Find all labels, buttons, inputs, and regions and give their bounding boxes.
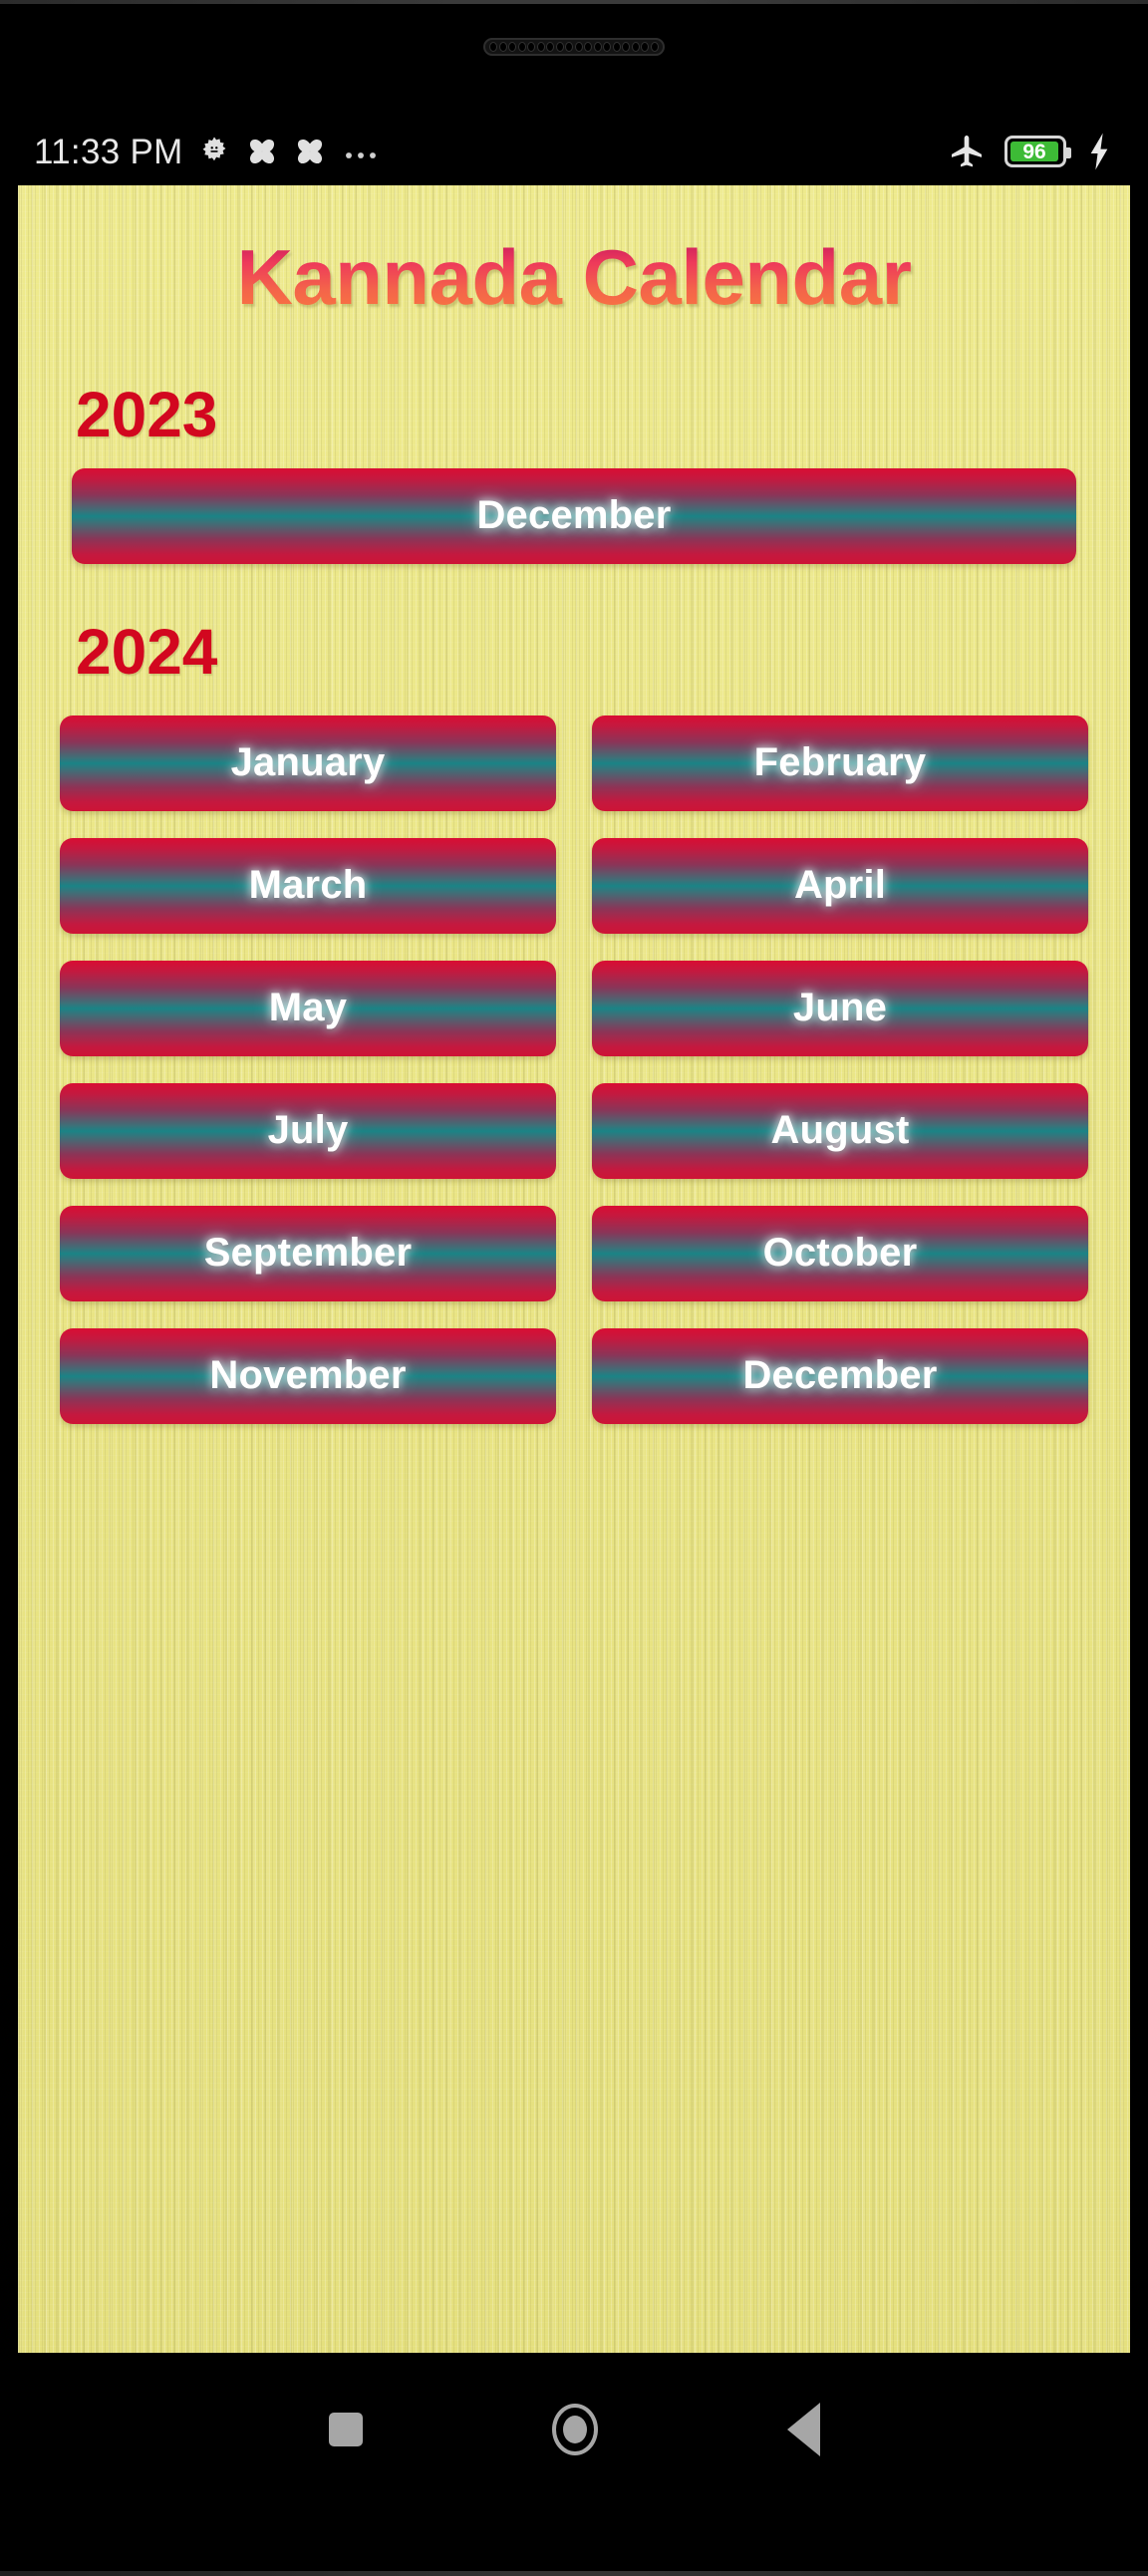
month-grid-2024: January February March April May June Ju… [18, 684, 1130, 1424]
screen-top-edge [0, 0, 1148, 4]
status-bar-right-group: 96 [947, 132, 1114, 171]
top-bezel [0, 0, 1148, 118]
month-button-march[interactable]: March [60, 837, 556, 934]
overflow-dots-icon [345, 152, 376, 158]
month-button-november[interactable]: November [60, 1327, 556, 1424]
charging-bolt-icon [1090, 133, 1108, 170]
month-button-october[interactable]: October [592, 1205, 1088, 1301]
status-bar: 11:33 PM 96 [0, 118, 1148, 185]
month-button-june[interactable]: June [592, 960, 1088, 1056]
month-button-may[interactable]: May [60, 960, 556, 1056]
page-title: Kannada Calendar [18, 185, 1130, 319]
home-button-icon[interactable] [551, 2404, 598, 2455]
battery-fill: 96 [1010, 140, 1058, 163]
status-bar-left-group: 11:33 PM [34, 135, 381, 169]
month-button-august[interactable]: August [592, 1082, 1088, 1179]
month-button-december-2024[interactable]: December [592, 1327, 1088, 1424]
year-heading-2023: 2023 [76, 378, 218, 450]
back-button-icon[interactable] [786, 2403, 820, 2456]
earpiece-speaker-grille [483, 38, 665, 56]
bottom-bezel [0, 2506, 1148, 2576]
month-button-september[interactable]: September [60, 1205, 556, 1301]
gear-icon [202, 137, 226, 161]
clover-icon [249, 139, 274, 164]
month-button-july[interactable]: July [60, 1082, 556, 1179]
phone-frame: 11:33 PM 96 Kannada Calendar 2023 Decemb… [0, 0, 1148, 2576]
month-button-january[interactable]: January [60, 715, 556, 811]
screen-bottom-edge [0, 2571, 1148, 2576]
month-button-february[interactable]: February [592, 715, 1088, 811]
app-content-area: Kannada Calendar 2023 December 2024 Janu… [18, 185, 1130, 2353]
airplane-mode-icon [952, 136, 982, 167]
status-bar-clock: 11:33 PM [34, 132, 183, 171]
battery-percent-label: 96 [1022, 140, 1046, 163]
month-button-april[interactable]: April [592, 837, 1088, 934]
home-button-inner [562, 2416, 587, 2443]
recents-button-icon[interactable] [328, 2413, 363, 2446]
year-heading-2024: 2024 [76, 615, 218, 688]
android-navigation-bar [0, 2353, 1148, 2506]
clover-icon [297, 139, 322, 164]
month-button-december-2023[interactable]: December [72, 467, 1076, 564]
battery-icon: 96 [1004, 136, 1071, 167]
month-row-2023: December [18, 446, 1130, 564]
